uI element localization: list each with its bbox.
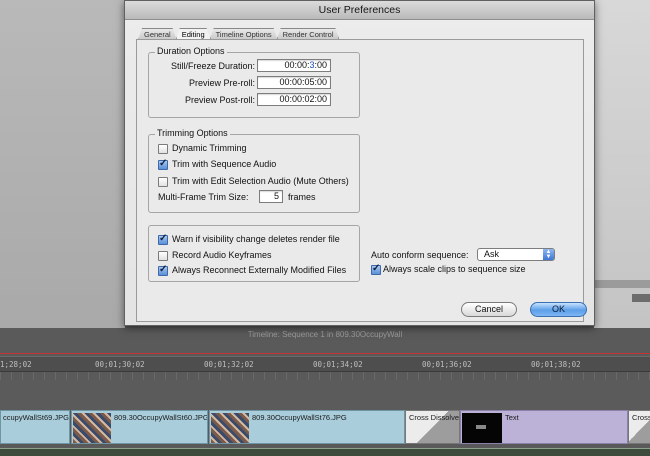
transition-label: Cross Dissolve <box>409 413 460 422</box>
multiframe-unit: frames <box>288 192 316 202</box>
timecode-part: 00:00: <box>284 60 310 70</box>
ruler-timecode: 00;01;38;02 <box>531 360 581 369</box>
updown-arrows-icon: ▲ ▼ <box>543 249 554 260</box>
user-preferences-dialog: User Preferences General Editing Timelin… <box>124 0 595 326</box>
auto-conform-select[interactable]: Ask ▲ ▼ <box>477 248 555 261</box>
clip-thumbnail <box>462 413 502 443</box>
preview-postroll-label: Preview Post-roll: <box>184 95 255 105</box>
background-app-panel <box>0 0 125 328</box>
cancel-button[interactable]: Cancel <box>461 302 517 317</box>
always-scale-label: Always scale clips to sequence size <box>383 264 526 274</box>
always-reconnect-label: Always Reconnect Externally Modified Fil… <box>172 265 347 275</box>
multiframe-trim-field[interactable]: 5 <box>259 190 283 203</box>
text-clip[interactable]: Text <box>460 410 628 444</box>
clip[interactable]: 809.30OccupyWallSt76.JPG <box>209 410 405 444</box>
transition-clip[interactable]: Cross <box>628 410 650 444</box>
warn-visibility-checkbox[interactable] <box>158 233 168 245</box>
clip-thumbnail <box>211 413 249 443</box>
audio-track-edge <box>0 448 650 456</box>
dialog-title: User Preferences <box>125 1 594 20</box>
duration-options-group: Duration Options Still/Freeze Duration: … <box>148 46 360 118</box>
panel-control[interactable] <box>632 294 650 302</box>
clip-label: Text <box>505 413 519 422</box>
preview-preroll-label: Preview Pre-roll: <box>188 78 255 88</box>
ruler-timecode: 00;01;32;02 <box>204 360 254 369</box>
video-track: ccupyWallSt69.JPG 809.30OccupyWallSt60.J… <box>0 410 650 446</box>
ruler-timecode: 00;01;34;02 <box>313 360 363 369</box>
record-audio-keyframes-label: Record Audio Keyframes <box>172 250 272 260</box>
trim-sequence-audio-label: Trim with Sequence Audio <box>172 159 277 169</box>
timeline-title: Timeline: Sequence 1 in 809.30OccupyWall <box>247 330 403 339</box>
clip-label: 809.30OccupyWallSt76.JPG <box>252 413 347 422</box>
record-audio-keyframes-checkbox[interactable] <box>158 251 168 261</box>
tab-content: Duration Options Still/Freeze Duration: … <box>136 39 587 322</box>
still-freeze-label: Still/Freeze Duration: <box>170 61 255 71</box>
trim-edit-selection-audio-label: Trim with Edit Selection Audio (Mute Oth… <box>172 176 349 186</box>
always-reconnect-checkbox[interactable] <box>158 264 168 276</box>
group-title: Duration Options <box>155 46 227 56</box>
trim-edit-selection-audio-checkbox[interactable] <box>158 177 168 187</box>
misc-options-group: Warn if visibility change deletes render… <box>148 225 360 282</box>
warn-visibility-label: Warn if visibility change deletes render… <box>172 234 340 244</box>
always-scale-checkbox[interactable] <box>371 263 381 275</box>
transition-label: Cross <box>632 413 650 422</box>
dynamic-trimming-label: Dynamic Trimming <box>172 143 247 153</box>
dynamic-trimming-checkbox[interactable] <box>158 144 168 154</box>
ok-button[interactable]: OK <box>530 302 587 317</box>
trimming-options-group: Trimming Options Dynamic Trimming Trim w… <box>148 128 360 213</box>
auto-conform-value: Ask <box>484 249 500 259</box>
background-app-panel-right <box>594 0 650 328</box>
group-title: Trimming Options <box>155 128 230 138</box>
clip[interactable]: 809.30OccupyWallSt60.JPG <box>71 410 208 444</box>
clip-thumbnail <box>73 413 111 443</box>
ruler-timecode: 00;01;30;02 <box>95 360 145 369</box>
ruler-timecode: 1;28;02 <box>0 360 32 369</box>
render-bar <box>0 353 650 354</box>
clip[interactable]: ccupyWallSt69.JPG <box>0 410 70 444</box>
timeline-ruler[interactable]: 1;28;02 00;01;30;02 00;01;32;02 00;01;34… <box>0 356 650 372</box>
multiframe-trim-label: Multi-Frame Trim Size: <box>158 192 249 202</box>
empty-track <box>0 380 650 410</box>
preview-preroll-field[interactable]: 00:00:05:00 <box>257 76 331 89</box>
timeline-window: Timeline: Sequence 1 in 809.30OccupyWall… <box>0 328 650 456</box>
ruler-timecode: 00;01;36;02 <box>422 360 472 369</box>
still-freeze-duration-field[interactable]: 00:00:3:00 <box>257 59 331 72</box>
trim-sequence-audio-checkbox[interactable] <box>158 158 168 170</box>
timecode-part: :00 <box>314 60 327 70</box>
panel-divider <box>594 280 650 288</box>
clip-label: ccupyWallSt69.JPG <box>3 413 69 422</box>
preview-postroll-field[interactable]: 00:00:02:00 <box>257 93 331 106</box>
ruler-ticks <box>0 372 650 380</box>
clip-label: 809.30OccupyWallSt60.JPG <box>114 413 208 422</box>
transition-clip[interactable]: Cross Dissolve <box>405 410 460 444</box>
auto-conform-label: Auto conform sequence: <box>371 250 469 260</box>
